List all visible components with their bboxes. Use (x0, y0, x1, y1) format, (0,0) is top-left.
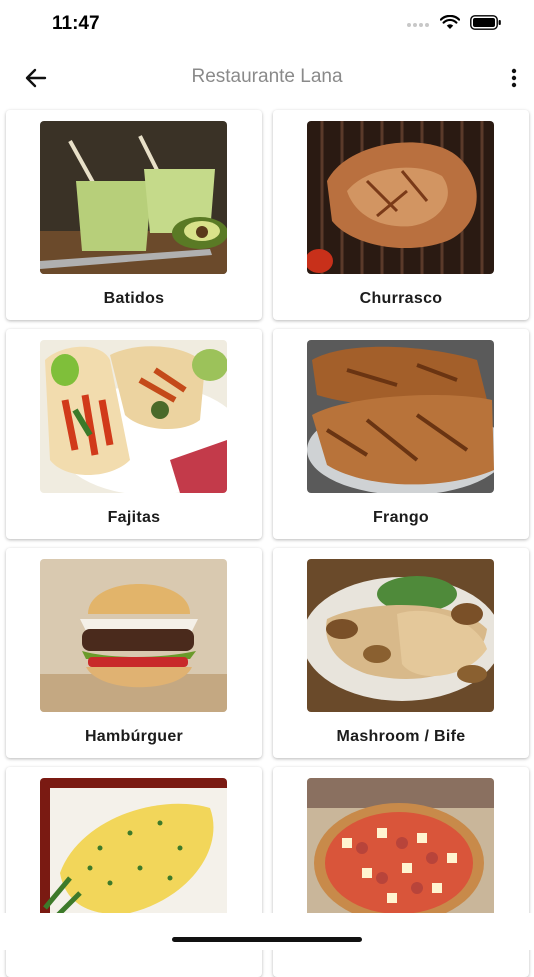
category-image (40, 778, 227, 931)
category-card-hamburguer[interactable]: Hambúrguer (6, 548, 262, 758)
category-card-mashroom-bife[interactable]: Mashroom / Bife (273, 548, 529, 758)
wifi-icon (439, 14, 461, 35)
category-image (40, 121, 227, 274)
category-grid: Batidos Churrasco Fajitas Frango Hambúrg… (6, 110, 529, 977)
category-image (307, 340, 494, 493)
category-image (40, 340, 227, 493)
battery-icon (470, 15, 502, 35)
category-label: Churrasco (359, 290, 443, 307)
signal-icon (406, 16, 430, 34)
more-options-button[interactable] (504, 64, 524, 92)
status-icons (406, 14, 502, 35)
category-image (307, 778, 494, 931)
category-image (40, 559, 227, 712)
category-label: Mashroom / Bife (336, 728, 466, 745)
home-indicator[interactable] (172, 937, 362, 942)
category-card-frango[interactable]: Frango (273, 329, 529, 539)
page-title: Restaurante Lana (191, 66, 343, 87)
category-label: Fajitas (107, 509, 161, 526)
category-card-churrasco[interactable]: Churrasco (273, 110, 529, 320)
category-label: Hambúrguer (84, 728, 184, 745)
category-card-batidos[interactable]: Batidos (6, 110, 262, 320)
app-bar: Restaurante Lana (0, 52, 534, 102)
category-label: Frango (372, 509, 430, 526)
status-time: 11:47 (52, 13, 100, 34)
more-vert-icon (504, 68, 524, 96)
status-bar: 11:47 (0, 0, 534, 50)
category-image (307, 121, 494, 274)
category-label: Batidos (103, 290, 165, 307)
category-image (307, 559, 494, 712)
home-indicator-area (0, 913, 534, 950)
category-card-fajitas[interactable]: Fajitas (6, 329, 262, 539)
